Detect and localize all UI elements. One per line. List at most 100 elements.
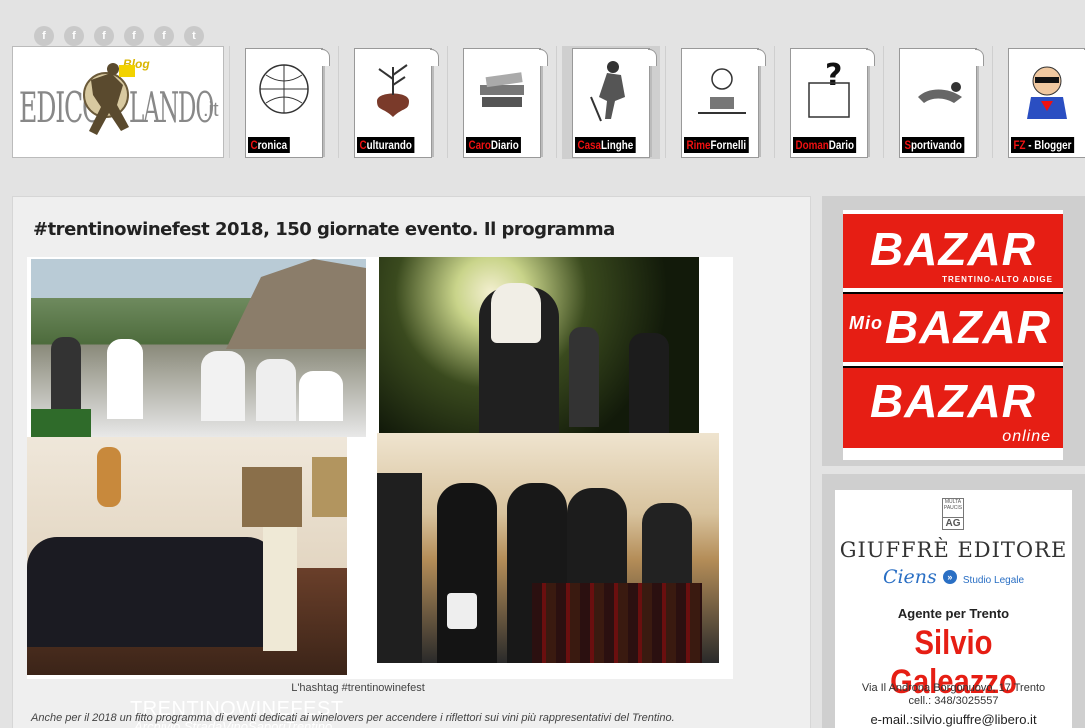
nav-label-accent: Caro [468,138,491,152]
forward-icon: » [942,570,957,584]
housewife-icon [590,61,625,122]
nav-separator [556,46,557,158]
nav-label-accent: Doman [795,138,829,152]
nav-label: CaroDiario [466,137,522,153]
nav-separator [774,46,775,158]
nav-item-fz-blogger[interactable]: FZ - Blogger [998,46,1085,159]
nav-card: Sportivando [899,48,984,158]
article-body: Anche per il 2018 un fitto programma di … [31,712,675,724]
studio-legale-text: Studio Legale [962,575,1025,586]
nav-label-accent: FZ [1013,138,1026,152]
nav-item-cronica[interactable]: Cronica [235,46,333,159]
article-title[interactable]: #trentinowinefest 2018, 150 giornate eve… [33,219,615,240]
nav-card: ? DomanDario [790,48,875,158]
nav-separator [992,46,993,158]
bazar-1-text: BAZAR [870,223,1036,275]
superhero-icon [1027,66,1067,119]
nav-card: FZ - Blogger [1008,48,1085,158]
nav-item-culturando[interactable]: Culturando [344,46,442,159]
nav-label-rest: ulturando [366,138,412,152]
article-panel: #trentinowinefest 2018, 150 giornate eve… [12,196,811,728]
photo-cellar [27,437,347,675]
nav-item-sportivando[interactable]: Sportivando [889,46,987,159]
giuffre-ad-card[interactable]: MULTA PAUCIS AG GIUFFRÈ EDITORE Ciens » … [835,490,1072,728]
brain-tree-icon [377,64,409,117]
ag-seal-letters: AG [943,517,963,529]
photo-tasting [377,433,719,663]
nav-separator [665,46,666,158]
site-logo[interactable]: Blog EDICO LANDO .it [12,46,224,158]
agent-address: Via Il Androna Borgonuovo, 17 Trento cel… [835,682,1072,708]
nav-label: Culturando [357,137,415,153]
top-navigation: Blog EDICO LANDO .it Cronica Culturando Ca… [12,46,1085,161]
bazar-1-sub: TRENTINO-ALTO ADIGE [942,275,1053,284]
nav-item-rimefornelli[interactable]: RimeFornelli [671,46,769,159]
chef-icon [698,68,746,114]
bazar-logo-3: BAZAR online [843,366,1063,448]
nav-item-carodiario[interactable]: CaroDiario [453,46,551,159]
nav-label-accent: Rime [686,138,711,152]
ag-seal-top: MULTA PAUCIS [943,499,963,511]
ciens-text: Ciens [882,566,937,588]
facebook-icon[interactable]: f [34,26,54,46]
photo-caption: L'hashtag #trentinowinefest [291,682,425,694]
facebook-icon[interactable]: f [64,26,84,46]
nav-item-casalinghe[interactable]: CasaLinghe [562,46,660,159]
nav-card: RimeFornelli [681,48,766,158]
nav-separator [229,46,230,158]
nav-separator [447,46,448,158]
nav-label: Sportivando [902,137,965,153]
nav-separator [883,46,884,158]
facebook-icon[interactable]: f [154,26,174,46]
nav-label-rest: Dario [828,138,854,152]
nav-label: RimeFornelli [684,137,749,153]
bazar-2-text: BAZAR [885,301,1051,353]
nav-label-accent: C [359,138,367,152]
nav-label-accent: C [250,138,258,152]
nav-label-rest: portivando [911,138,962,152]
photo-chef [379,257,699,435]
logo-suffix: .it [203,99,219,121]
nav-card: CaroDiario [463,48,548,158]
nav-label: FZ - Blogger [1011,137,1074,153]
nav-card: Culturando [354,48,439,158]
nav-label-rest: ronica [257,138,288,152]
bazar-2-mio: Mio [849,313,883,333]
twitter-icon[interactable]: t [184,26,204,46]
nav-label: DomanDario [793,137,857,153]
runner-icon [918,82,962,103]
address-line: Via Il Androna Borgonuovo, 17 Trento [861,682,1046,694]
social-links: ffffft [34,26,204,46]
sidebar-giuffre-ad: MULTA PAUCIS AG GIUFFRÈ EDITORE Ciens » … [822,474,1085,728]
nav-card: CasaLinghe [572,48,657,158]
facebook-icon[interactable]: f [94,26,114,46]
agent-label: Agente per Trento [897,606,1010,621]
svg-text:?: ? [825,58,842,93]
nav-item-domandario[interactable]: ? DomanDario [780,46,878,159]
ag-seal: MULTA PAUCIS AG [942,498,964,530]
sidebar-bazar-widget: BAZAR TRENTINO-ALTO ADIGE Mio BAZAR BAZA… [822,196,1085,466]
nav-label: Cronica [248,137,290,153]
agent-email[interactable]: e-mail.:silvio.giuffre@libero.it [835,712,1072,727]
bazar-3-sub: online [1002,428,1051,445]
article-photo-collage[interactable]: TRENTINOWINEFEST Archivio StradaVinoSapo… [27,257,733,728]
cell-line: cell.: 348/3025557 [908,695,999,707]
bazar-logo-1: BAZAR TRENTINO-ALTO ADIGE [843,214,1063,288]
ciens-brand: Ciens » Studio Legale [835,566,1072,588]
bazar-logo-2: Mio BAZAR [843,292,1063,362]
nav-label-accent: Casa [577,138,601,152]
bazar-3-text: BAZAR [870,375,1036,427]
books-icon [480,72,524,107]
facebook-icon[interactable]: f [124,26,144,46]
nav-label: CasaLinghe [575,137,636,153]
nav-separator [338,46,339,158]
nav-label-rest: Diario [490,138,519,152]
nav-items: Cronica Culturando CaroDiario CasaLinghe Rim… [224,46,1085,159]
bazar-banner[interactable]: BAZAR TRENTINO-ALTO ADIGE Mio BAZAR BAZA… [843,210,1063,460]
globe-icon [259,64,309,114]
nav-label-rest: Fornelli [710,138,747,152]
question-icon: ? [808,58,850,118]
nav-label-rest: Linghe [600,138,634,152]
publisher-name: GIUFFRÈ EDITORE [839,538,1068,562]
nav-card: Cronica [245,48,330,158]
